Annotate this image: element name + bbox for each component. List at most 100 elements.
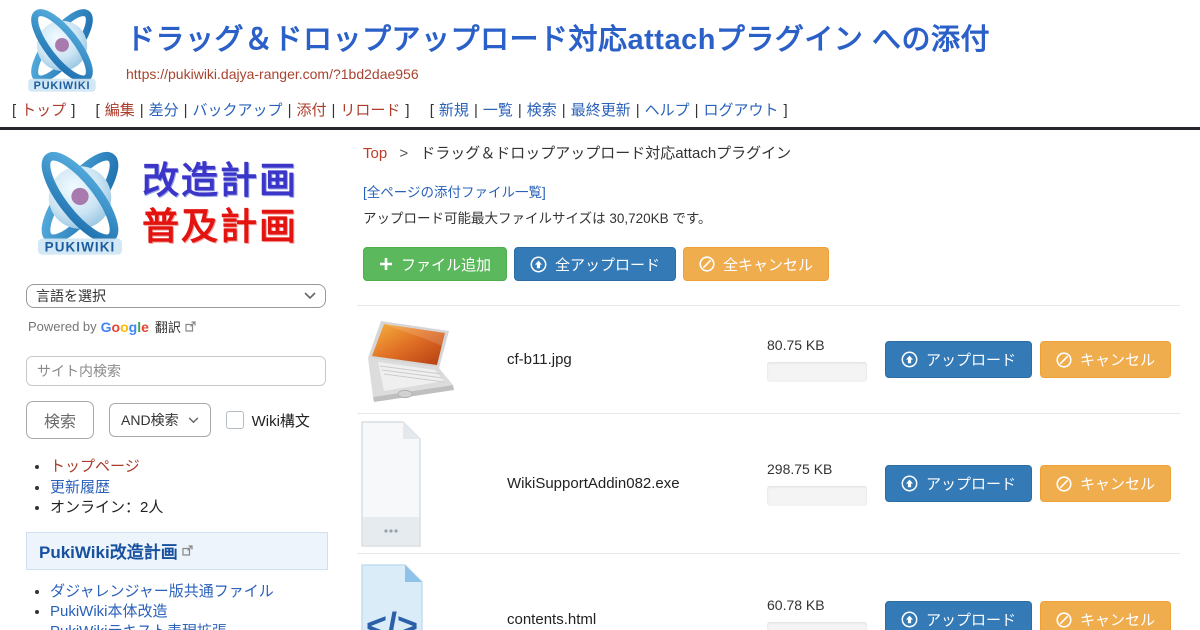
section-title-link[interactable]: PukiWiki改造計画 [39, 538, 178, 563]
nav-link-reload[interactable]: リロード [340, 102, 400, 119]
nav-separator: | [331, 102, 335, 119]
laptop-photo-thumbnail [361, 318, 461, 402]
cancel-button[interactable]: キャンセル [1040, 601, 1171, 630]
upload-button[interactable]: アップロード [885, 341, 1032, 378]
cancel-icon [1056, 476, 1072, 492]
sidebar: 改造計画 普及計画 言語を選択 Powered by Google 翻訳 検索 [0, 130, 347, 630]
sidebar-link-update-history[interactable]: 更新履歴 [50, 479, 110, 496]
svg-text:</>: </> [366, 605, 418, 630]
pukiwiki-page: ドラッグ＆ドロップアップロード対応attachプラグイン への添付 https:… [0, 0, 1200, 630]
nav-link-edit[interactable]: 編集 [105, 102, 135, 119]
upload-file-list: cf-b11.jpg 80.75 KB アップロード キャンセル [357, 305, 1180, 630]
nav-link-backup[interactable]: バックアップ [193, 102, 283, 119]
attach-main: Top > ドラッグ＆ドロップアップロード対応attachプラグイン [全ページ… [347, 130, 1200, 630]
page-header: ドラッグ＆ドロップアップロード対応attachプラグイン への添付 https:… [0, 0, 1200, 95]
upload-toolbar: ファイル追加 全アップロード 全キャンセル [363, 247, 1180, 281]
list-item: オンライン：2人 [50, 498, 335, 518]
cancel-all-button[interactable]: 全キャンセル [683, 247, 829, 281]
upload-icon [901, 351, 918, 368]
upload-button[interactable]: アップロード [885, 601, 1032, 630]
breadcrumb-home-link[interactable]: Top [363, 145, 387, 162]
language-select-value: 言語を選択 [36, 286, 106, 306]
upload-progress-bar [767, 622, 867, 630]
pukiwiki-logo-icon[interactable] [18, 6, 106, 96]
banner-line1: 改造計画 [142, 158, 298, 204]
cancel-button[interactable]: キャンセル [1040, 465, 1171, 502]
cancel-icon [699, 256, 715, 272]
nav-separator: | [518, 102, 522, 119]
breadcrumb-separator: > [399, 145, 408, 162]
upload-icon [901, 475, 918, 492]
chevron-down-icon [304, 292, 316, 300]
language-select[interactable]: 言語を選択 [26, 284, 326, 308]
nav-link-top[interactable]: トップ [21, 102, 66, 119]
nav-link-attach[interactable]: 添付 [296, 102, 326, 119]
wiki-syntax-label: Wiki構文 [252, 410, 310, 431]
max-upload-size-text: アップロード可能最大ファイルサイズは 30,720KB です。 [363, 207, 1180, 227]
nav-bracket: ] [71, 102, 75, 119]
nav-link-logout[interactable]: ログアウト [704, 102, 779, 119]
nav-separator: | [695, 102, 699, 119]
upload-progress-bar [767, 486, 867, 506]
cancel-button[interactable]: キャンセル [1040, 341, 1171, 378]
html-file-icon: </> [361, 564, 423, 630]
sidebar-link-core-mod[interactable]: PukiWiki本体改造 [50, 603, 168, 620]
sidebar-link-text-extension[interactable]: PukiWikiテキスト表現拡張 [50, 623, 227, 630]
upload-icon [530, 256, 547, 273]
list-item: 更新履歴 [50, 478, 335, 498]
file-name: cf-b11.jpg [507, 351, 767, 368]
nav-link-diff[interactable]: 差分 [149, 102, 179, 119]
nav-bracket: [ [430, 102, 434, 119]
site-banner[interactable]: 改造計画 普及計画 [26, 148, 335, 260]
cancel-icon [1056, 612, 1072, 628]
upload-progress-bar [767, 362, 867, 382]
nav-separator: | [562, 102, 566, 119]
nav-link-search[interactable]: 検索 [527, 102, 557, 119]
upload-icon [901, 611, 918, 628]
nav-separator: | [288, 102, 292, 119]
sidebar-link-top-page[interactable]: トップページ [50, 458, 140, 475]
nav-bracket: ] [405, 102, 409, 119]
nav-link-list[interactable]: 一覧 [483, 102, 513, 119]
nav-separator: | [184, 102, 188, 119]
sidebar-link-dajya-common[interactable]: ダジャレンジャー版共通ファイル [50, 583, 274, 600]
file-name: contents.html [507, 611, 767, 628]
nav-link-new[interactable]: 新規 [439, 102, 469, 119]
search-mode-select[interactable]: AND検索 [109, 403, 211, 437]
site-search-input[interactable] [26, 356, 326, 386]
table-row: </> contents.html 60.78 KB アップロード [357, 553, 1180, 630]
nav-bracket: [ [96, 102, 100, 119]
nav-bracket: [ [12, 102, 16, 119]
banner-line2: 普及計画 [142, 204, 298, 250]
google-logo: Google [101, 319, 149, 335]
list-item: ダジャレンジャー版共通ファイル [50, 583, 335, 601]
nav-link-recent[interactable]: 最終更新 [571, 102, 631, 119]
generic-file-icon [361, 421, 421, 547]
list-item: PukiWikiテキスト表現拡張 [50, 623, 335, 630]
add-files-button[interactable]: ファイル追加 [363, 247, 507, 281]
nav-link-help[interactable]: ヘルプ [645, 102, 690, 119]
breadcrumb: Top > ドラッグ＆ドロップアップロード対応attachプラグイン [357, 142, 1180, 163]
file-size: 80.75 KB [767, 337, 885, 353]
wiki-syntax-checkbox[interactable] [226, 411, 244, 429]
file-size: 60.78 KB [767, 597, 885, 613]
upload-button[interactable]: アップロード [885, 465, 1032, 502]
cancel-icon [1056, 352, 1072, 368]
search-button[interactable]: 検索 [26, 401, 94, 439]
translate-link[interactable]: 翻訳 [155, 317, 181, 336]
all-attachments-link[interactable]: [全ページの添付ファイル一覧] [363, 181, 546, 201]
chevron-down-icon [188, 417, 199, 424]
plus-icon [379, 257, 393, 271]
search-mode-value: AND検索 [121, 410, 179, 430]
table-row: WikiSupportAddin082.exe 298.75 KB アップロード… [357, 413, 1180, 553]
online-count-label: オンライン：2人 [50, 499, 163, 516]
nav-separator: | [636, 102, 640, 119]
page-title: ドラッグ＆ドロップアップロード対応attachプラグイン への添付 [126, 16, 990, 58]
file-name: WikiSupportAddin082.exe [507, 475, 767, 492]
nav-bracket: ] [784, 102, 788, 119]
page-url-link[interactable]: https://pukiwiki.dajya-ranger.com/?1bd2d… [126, 66, 990, 82]
upload-all-button[interactable]: 全アップロード [514, 247, 676, 281]
sidebar-plugin-links: ダジャレンジャー版共通ファイル PukiWiki本体改造 PukiWikiテキス… [26, 583, 335, 630]
list-item: PukiWiki本体改造 [50, 603, 335, 621]
pukiwiki-atom-icon [26, 148, 134, 260]
